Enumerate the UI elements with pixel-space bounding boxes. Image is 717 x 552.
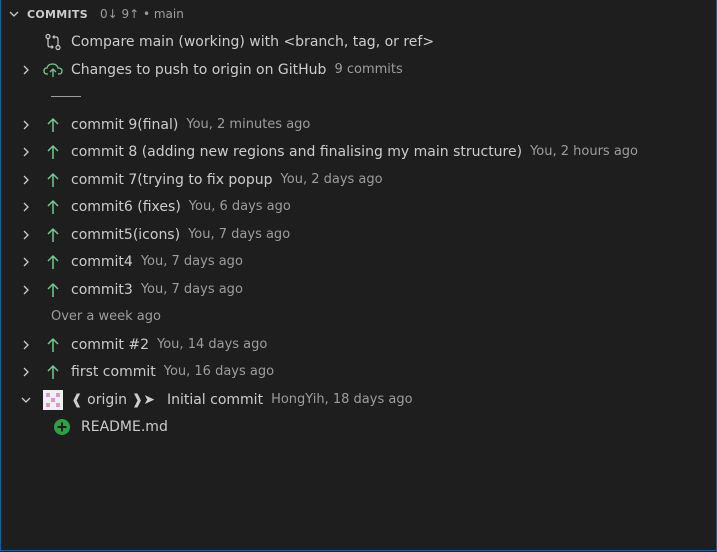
- commit-message: commit4: [71, 253, 133, 270]
- commit-author-time: You, 2 hours ago: [530, 144, 639, 159]
- arrow-up-icon: [45, 111, 61, 138]
- commit-message: commit3: [71, 281, 133, 298]
- commit-row[interactable]: commit4 You, 7 days ago: [1, 248, 716, 275]
- chevron-right-icon[interactable]: [17, 276, 35, 303]
- chevron-right-icon[interactable]: [17, 331, 35, 358]
- arrow-up-icon: [45, 166, 61, 193]
- commit-row[interactable]: commit 8 (adding new regions and finalis…: [1, 138, 716, 165]
- chevron-right-icon[interactable]: [17, 111, 35, 138]
- compare-label: Compare main (working) with <branch, tag…: [71, 33, 435, 50]
- chevron-right-icon[interactable]: [17, 193, 35, 220]
- cloud-upload-icon: [43, 56, 63, 83]
- arrow-up-icon: [45, 358, 61, 385]
- commit-author-time: You, 14 days ago: [157, 337, 268, 352]
- remote-tag: ❰ origin ❱➤: [71, 391, 155, 408]
- commit-message: commit 8 (adding new regions and finalis…: [71, 143, 523, 160]
- commit-author-time: You, 7 days ago: [140, 254, 243, 269]
- chevron-down-icon[interactable]: [5, 5, 23, 23]
- chevron-right-icon[interactable]: [17, 138, 35, 165]
- commit-message: commit5(icons): [71, 226, 181, 243]
- chevron-right-icon[interactable]: [17, 358, 35, 385]
- chevron-right-icon[interactable]: [17, 166, 35, 193]
- chevron-right-icon[interactable]: [17, 221, 35, 248]
- commit-author-time: You, 2 days ago: [280, 172, 383, 187]
- arrow-up-icon: [45, 248, 61, 275]
- commit-row[interactable]: commit #2 You, 14 days ago: [1, 331, 716, 358]
- compare-icon: [43, 28, 63, 55]
- commit-row[interactable]: first commit You, 16 days ago: [1, 358, 716, 385]
- commit-row[interactable]: commit 9(final) You, 2 minutes ago: [1, 111, 716, 138]
- commit-message: commit 9(final): [71, 116, 179, 133]
- commit-message: commit 7(trying to fix popup: [71, 171, 273, 188]
- panel-title: COMMITS: [27, 7, 88, 21]
- commits-panel: COMMITS 0↓ 9↑ • main Compare main (worki…: [0, 0, 717, 551]
- file-name: README.md: [81, 418, 168, 435]
- commit-message: commit #2: [71, 336, 150, 353]
- commit-row[interactable]: commit5(icons) You, 7 days ago: [1, 221, 716, 248]
- commit-message: commit6 (fixes): [71, 198, 181, 215]
- push-label: Changes to push to origin on GitHub: [71, 61, 327, 78]
- push-row[interactable]: Changes to push to origin on GitHub 9 co…: [1, 56, 716, 83]
- group-label: Over a week ago: [51, 309, 161, 324]
- commit-author-time: You, 7 days ago: [188, 227, 291, 242]
- chevron-down-icon[interactable]: [17, 386, 35, 413]
- added-icon: [52, 413, 72, 440]
- commit-author-time: You, 6 days ago: [188, 199, 291, 214]
- compare-row[interactable]: Compare main (working) with <branch, tag…: [1, 28, 716, 55]
- chevron-right-icon[interactable]: [17, 248, 35, 275]
- arrow-up-icon: [45, 138, 61, 165]
- chevron-right-icon[interactable]: [17, 56, 35, 83]
- commit-author-time: You, 7 days ago: [140, 282, 243, 297]
- commit-message: Initial commit: [166, 391, 264, 408]
- arrow-up-icon: [45, 331, 61, 358]
- commit-row[interactable]: commit6 (fixes) You, 6 days ago: [1, 193, 716, 220]
- arrow-up-icon: [45, 276, 61, 303]
- commit-row[interactable]: commit 7(trying to fix popup You, 2 days …: [1, 166, 716, 193]
- commit-row-initial[interactable]: ❰ origin ❱➤ Initial commit HongYih, 18 d…: [1, 386, 716, 413]
- commit-author-time: You, 16 days ago: [163, 364, 275, 379]
- file-row[interactable]: README.md: [1, 413, 716, 440]
- commit-author-time: You, 2 minutes ago: [186, 117, 311, 132]
- commit-row[interactable]: commit3 You, 7 days ago: [1, 276, 716, 303]
- sync-status: 0↓ 9↑ • main: [99, 7, 184, 21]
- commit-message: first commit: [71, 363, 156, 380]
- push-count: 9 commits: [334, 62, 403, 77]
- commits-header[interactable]: COMMITS 0↓ 9↑ • main: [1, 0, 716, 28]
- avatar: [43, 386, 63, 413]
- commit-author-time: HongYih, 18 days ago: [271, 392, 413, 407]
- arrow-up-icon: [45, 221, 61, 248]
- separator: [51, 96, 81, 97]
- arrow-up-icon: [45, 193, 61, 220]
